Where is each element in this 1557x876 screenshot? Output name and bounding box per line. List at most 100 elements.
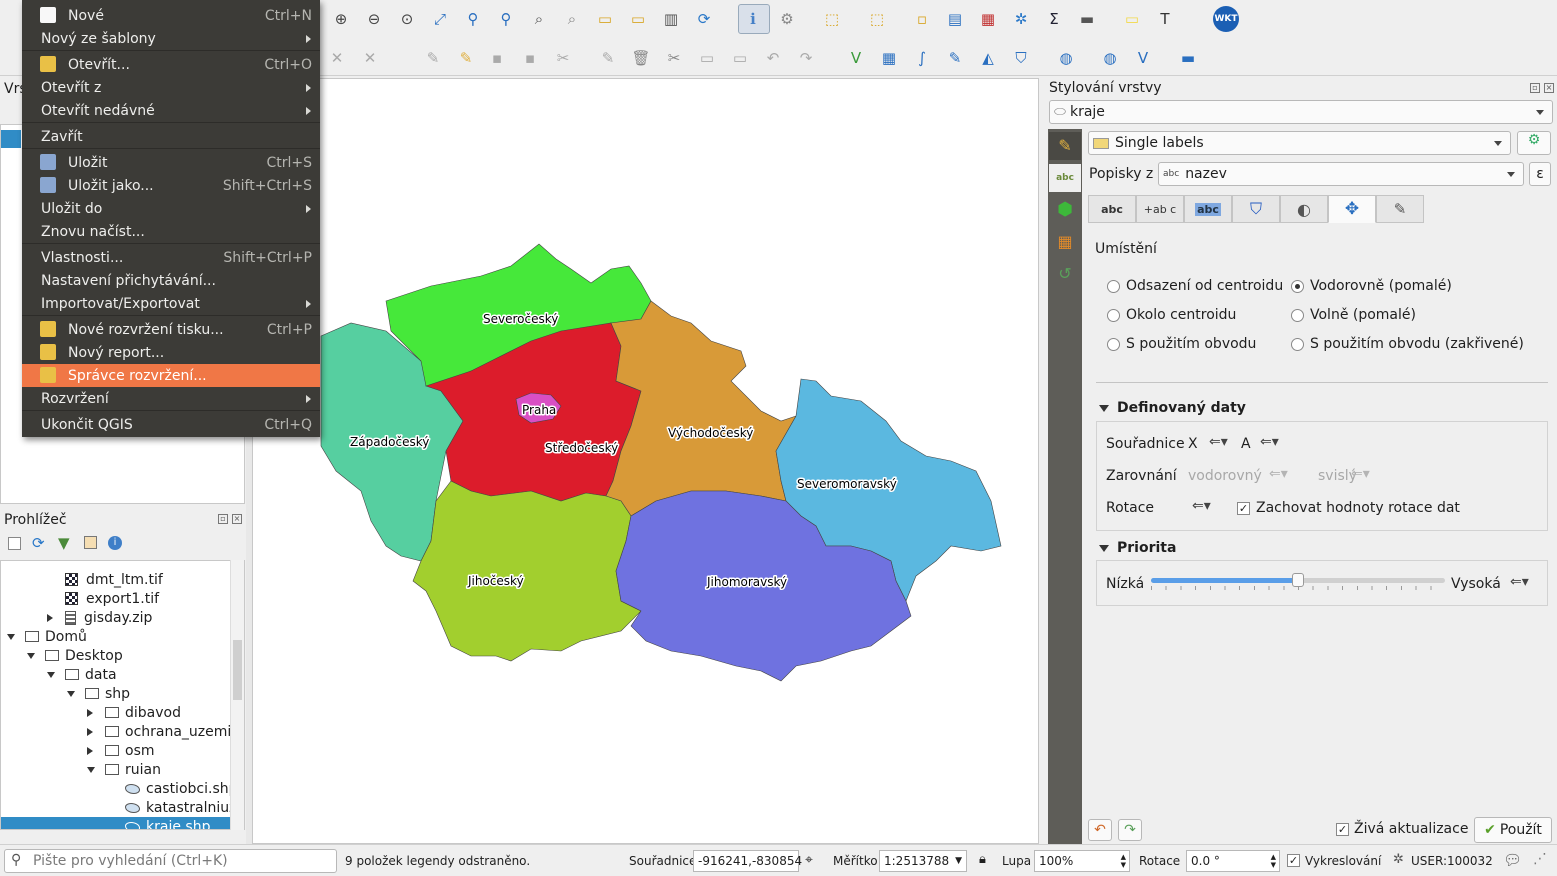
toolbar2-tool-4-icon[interactable]: ✎ (453, 45, 479, 71)
browser-tree[interactable]: dmt_ltm.tif export1.tif gisday.zip Domů Desk… (0, 560, 245, 830)
menu-item-new-report[interactable]: Nový report... (22, 341, 320, 364)
data-defined-heading[interactable]: Definovaný daty (1117, 400, 1246, 416)
toolbar2-tool-2-icon[interactable]: ✕ (357, 45, 383, 71)
toolbar1-tool-9-icon[interactable]: ▭ (592, 6, 618, 32)
toolbar2-tool-7-icon[interactable]: ✂ (550, 45, 576, 71)
float-icon[interactable]: ▫ (218, 514, 228, 524)
collapse-arrow-icon[interactable] (1099, 405, 1109, 412)
messages-icon[interactable]: 💬︎ (1503, 851, 1522, 869)
refresh-icon[interactable]: ⟳ (32, 534, 45, 552)
browser-item[interactable]: Desktop (45, 646, 123, 665)
toolbar2-tool-24-icon[interactable]: ▬ (1175, 45, 1201, 71)
browser-item[interactable]: ochrana_uzemi (105, 722, 231, 741)
shadow-tab[interactable]: ◐ (1280, 195, 1328, 223)
browser-item[interactable]: kraje.shp (125, 817, 210, 829)
menu-item-snapping-options[interactable]: Nastavení přichytávání... (22, 269, 320, 292)
buffer-tab[interactable]: abc (1184, 195, 1232, 223)
toolbar1-tool-8-icon[interactable]: ⌕ (559, 6, 585, 32)
toolbar2-tool-21-icon[interactable]: ◍ (1053, 45, 1079, 71)
toolbar2-tool-8-icon[interactable]: ✎ (595, 45, 621, 71)
toolbar2-tool-1-icon[interactable]: ✕ (324, 45, 350, 71)
add-selected-icon[interactable] (8, 537, 21, 550)
radio-around-centroid[interactable] (1107, 309, 1120, 322)
menu-item-open[interactable]: Otevřít... Ctrl+O (22, 53, 320, 76)
radio-offset-centroid[interactable] (1107, 280, 1120, 293)
menu-item-open-recent[interactable]: Otevřít nedávné (22, 99, 320, 122)
data-defined-priority-icon[interactable]: ⇐▾ (1510, 574, 1529, 590)
toolbar2-tool-15-icon[interactable]: V (843, 45, 869, 71)
menu-item-properties[interactable]: Vlastnosti... Shift+Ctrl+P (22, 246, 320, 269)
collapse-all-icon[interactable] (84, 536, 97, 549)
rendering-tab[interactable]: ✎ (1376, 195, 1424, 223)
collapsed-arrow-icon[interactable] (87, 709, 93, 717)
expanded-arrow-icon[interactable] (87, 767, 95, 773)
browser-item[interactable]: ruian (105, 760, 161, 779)
placement-tab[interactable]: ✥ (1328, 195, 1376, 223)
toolbar2-tool-20-icon[interactable]: ⛉ (1008, 45, 1034, 71)
toolbar1-tool-20-icon[interactable]: ✲ (1008, 6, 1034, 32)
toolbar2-tool-22-icon[interactable]: ◍ (1097, 45, 1123, 71)
toolbar1-tool-5-icon[interactable]: ⚲ (460, 6, 486, 32)
menu-item-exit[interactable]: Ukončit QGIS Ctrl+Q (22, 413, 320, 436)
radio-perimeter-curved[interactable] (1291, 338, 1304, 351)
scrollbar-thumb[interactable] (233, 640, 242, 700)
toolbar1-tool-1-icon[interactable]: ⊕ (328, 6, 354, 32)
radio-horizontal[interactable] (1291, 280, 1304, 293)
menu-item-new-print-layout[interactable]: Nové rozvržení tisku... Ctrl+P (22, 318, 320, 341)
wkt-button[interactable]: WKT (1213, 6, 1239, 32)
toolbar2-tool-11-icon[interactable]: ▭ (694, 45, 720, 71)
style-manager-button[interactable]: ⚙ (1517, 131, 1551, 155)
toolbar1-tool-7-icon[interactable]: ⌕ (526, 6, 552, 32)
browser-item[interactable]: export1.tif (65, 589, 159, 608)
zoom-field[interactable]: 100% ▲ ▼ (1034, 850, 1130, 872)
spin-icon[interactable]: ▲ ▼ (1271, 853, 1276, 869)
priority-heading[interactable]: Priorita (1117, 540, 1176, 556)
toolbar1-tool-14-icon[interactable]: ⚙ (774, 6, 800, 32)
menu-item-new[interactable]: Nové Ctrl+N (22, 4, 320, 27)
browser-item[interactable]: dibavod (105, 703, 181, 722)
toolbar1-tool-4-icon[interactable]: ⤢ (427, 6, 453, 32)
coords-field[interactable]: -916241,-830854 (693, 850, 802, 872)
toggle-extents-icon[interactable]: ⌖ (805, 852, 813, 868)
toolbar2-tool-13-icon[interactable]: ↶ (760, 45, 786, 71)
menu-item-import-export[interactable]: Importovat/Exportovat (22, 292, 320, 315)
browser-item[interactable]: castiobci.shp (125, 779, 238, 798)
browser-item[interactable]: katastralniuz (125, 798, 237, 817)
data-defined-a-icon[interactable]: ⇐▾ (1260, 434, 1279, 450)
spin-icon[interactable]: ▲ ▼ (1121, 853, 1126, 869)
browser-item[interactable]: dmt_ltm.tif (65, 570, 163, 589)
formatting-tab[interactable]: +ab c (1136, 195, 1184, 223)
keep-rotation-checkbox[interactable]: ✓ (1237, 502, 1250, 515)
toolbar1-tool-18-icon[interactable]: ▤ (942, 6, 968, 32)
apply-button[interactable]: ✔ Použít (1474, 817, 1552, 843)
collapsed-arrow-icon[interactable] (87, 747, 93, 755)
data-defined-rotation-icon[interactable]: ⇐▾ (1192, 498, 1211, 514)
browser-item[interactable]: Domů (25, 627, 87, 646)
info-icon[interactable]: i (108, 536, 122, 550)
browser-scrollbar[interactable] (230, 560, 244, 830)
undo-button[interactable]: ↶ (1088, 819, 1112, 841)
browser-item[interactable]: data (65, 665, 117, 684)
browser-item[interactable]: gisday.zip (65, 608, 152, 627)
data-defined-x-icon[interactable]: ⇐▾ (1209, 434, 1228, 450)
menu-item-revert[interactable]: Znovu načíst... (22, 220, 320, 243)
expanded-arrow-icon[interactable] (27, 653, 35, 659)
menu-item-layout-manager[interactable]: Správce rozvržení... (22, 364, 320, 387)
toolbar1-tool-12-icon[interactable]: ⟳ (691, 6, 717, 32)
expanded-arrow-icon[interactable] (7, 634, 15, 640)
expression-button[interactable]: ε (1529, 162, 1551, 186)
float-icon[interactable]: ▫ (1530, 83, 1540, 93)
toolbar2-tool-10-icon[interactable]: ✂ (661, 45, 687, 71)
radio-free[interactable] (1291, 309, 1304, 322)
menu-item-layouts[interactable]: Rozvržení (22, 387, 320, 410)
toolbar2-tool-23-icon[interactable]: V (1130, 45, 1156, 71)
label-field-select[interactable]: abc nazev (1158, 162, 1524, 186)
toolbar1-tool-24-icon[interactable]: T (1152, 6, 1178, 32)
history-tab-icon[interactable]: ↺ (1049, 260, 1081, 288)
live-update-checkbox[interactable]: ✓ (1336, 823, 1349, 836)
toolbar1-tool-15-icon[interactable]: ⬚ (819, 6, 845, 32)
filter-icon[interactable]: ▼ (58, 534, 70, 552)
redo-button[interactable]: ↷ (1118, 819, 1142, 841)
browser-item[interactable]: shp (85, 684, 130, 703)
toolbar1-tool-11-icon[interactable]: ▥ (658, 6, 684, 32)
